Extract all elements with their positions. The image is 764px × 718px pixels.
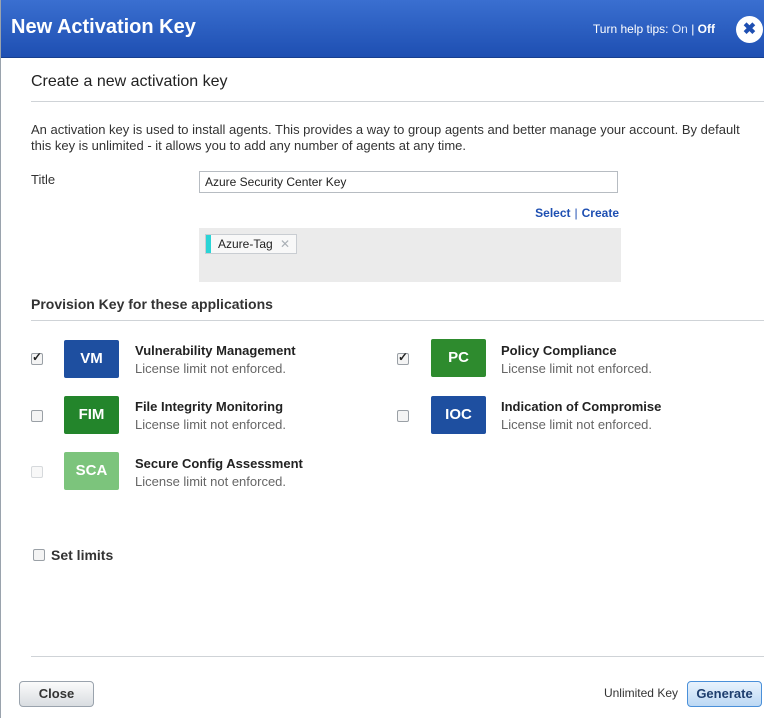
- help-tips-separator: |: [691, 22, 695, 36]
- activation-key-dialog: New Activation Key Turn help tips: On | …: [0, 0, 764, 718]
- remove-tag-icon[interactable]: ✕: [280, 237, 290, 251]
- sca-checkbox: [31, 466, 43, 478]
- tag-chip: Azure-Tag ✕: [205, 234, 298, 254]
- section-divider: [31, 101, 764, 102]
- tag-color-swatch: [206, 235, 211, 253]
- ioc-limit: License limit not enforced.: [501, 417, 653, 432]
- pc-badge: PC: [431, 339, 486, 377]
- dialog-title: New Activation Key: [11, 16, 196, 38]
- title-label: Title: [31, 172, 56, 187]
- ioc-name: Indication of Compromise: [501, 399, 662, 414]
- vm-name: Vulnerability Management: [135, 343, 296, 358]
- create-tag-link[interactable]: Create: [582, 206, 619, 220]
- generate-button[interactable]: Generate: [687, 681, 762, 707]
- vm-limit: License limit not enforced.: [135, 361, 287, 376]
- vm-checkbox[interactable]: [31, 350, 43, 365]
- sca-badge: SCA: [64, 452, 119, 490]
- tag-links: Select | Create: [535, 206, 619, 220]
- set-limits-label: Set limits: [51, 547, 114, 563]
- set-limits[interactable]: Set limits: [33, 547, 113, 563]
- dialog-titlebar: New Activation Key Turn help tips: On | …: [1, 0, 764, 58]
- fim-name: File Integrity Monitoring: [135, 399, 284, 414]
- pc-checkbox[interactable]: [397, 350, 409, 365]
- close-button[interactable]: Close: [19, 681, 94, 707]
- select-tag-link[interactable]: Select: [535, 206, 570, 220]
- help-tips-on[interactable]: On: [672, 22, 688, 36]
- pc-limit: License limit not enforced.: [501, 361, 653, 376]
- provision-divider: [31, 320, 764, 321]
- tag-label: Azure-Tag: [218, 237, 273, 251]
- ioc-checkbox[interactable]: [397, 410, 409, 422]
- close-icon[interactable]: ✖: [736, 16, 763, 43]
- fim-badge: FIM: [64, 396, 119, 434]
- description-text: An activation key is used to install age…: [31, 122, 740, 153]
- sca-limit: License limit not enforced.: [135, 474, 287, 489]
- fim-checkbox[interactable]: [31, 410, 43, 422]
- tag-box[interactable]: Azure-Tag ✕: [199, 228, 621, 282]
- tag-links-separator: |: [574, 206, 578, 220]
- set-limits-checkbox[interactable]: [33, 549, 45, 561]
- title-input[interactable]: [199, 171, 618, 193]
- sca-name: Secure Config Assessment: [135, 456, 303, 471]
- vm-badge: VM: [64, 340, 119, 378]
- pc-name: Policy Compliance: [501, 343, 617, 358]
- help-tips-toggle: Turn help tips: On | Off: [593, 22, 715, 36]
- section-title: Create a new activation key: [31, 73, 228, 90]
- ioc-badge: IOC: [431, 396, 486, 434]
- footer-divider: [31, 656, 764, 657]
- provision-title: Provision Key for these applications: [31, 296, 273, 312]
- help-tips-label: Turn help tips:: [592, 22, 669, 36]
- fim-limit: License limit not enforced.: [135, 417, 287, 432]
- key-status: Unlimited Key: [603, 686, 678, 700]
- help-tips-off[interactable]: Off: [698, 22, 715, 36]
